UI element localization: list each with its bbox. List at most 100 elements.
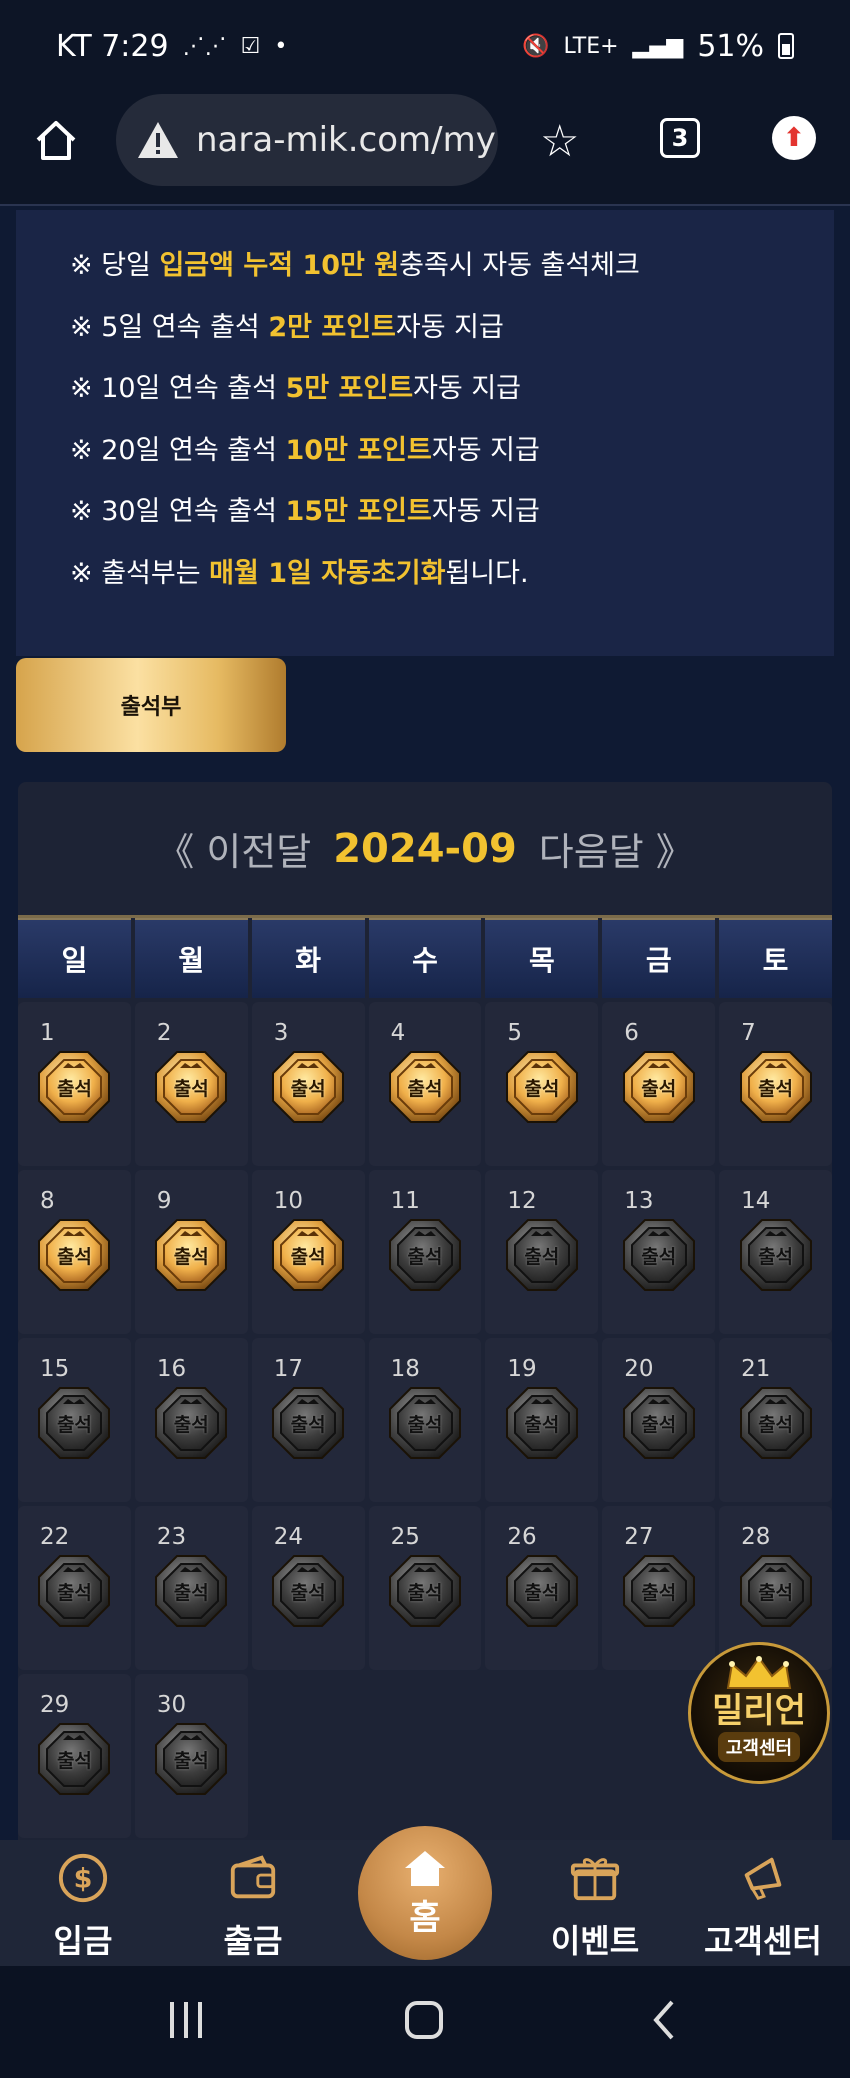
- nav-home-label: 홈: [409, 1897, 441, 1938]
- calendar-day-cell[interactable]: 15 출석: [18, 1338, 131, 1502]
- calendar-day-cell[interactable]: 18 출석: [368, 1338, 482, 1502]
- calendar-day-cell[interactable]: 24 출석: [251, 1506, 365, 1670]
- calendar-day-cell[interactable]: 14 출석: [719, 1170, 832, 1334]
- update-icon[interactable]: ⬆: [772, 116, 816, 160]
- recent-apps-icon[interactable]: [168, 2000, 204, 2040]
- stamp-label: 출석: [173, 1750, 209, 1772]
- stamp-label: 출석: [173, 1414, 209, 1436]
- calendar-day-cell[interactable]: 19 출석: [485, 1338, 599, 1502]
- calendar-day-cell[interactable]: 7 출석: [719, 1002, 832, 1166]
- attendance-stamp-checked: 출석: [622, 1050, 696, 1124]
- nav-deposit[interactable]: $ 입금: [18, 1852, 148, 1962]
- address-bar[interactable]: nara-mik.com/my: [116, 94, 498, 186]
- attendance-stamp-unchecked: 출석: [37, 1554, 111, 1628]
- notice-panel: ※ 당일 입금액 누적 10만 원충족시 자동 출석체크 ※ 5일 연속 출석 …: [16, 210, 834, 656]
- stamp-label: 출석: [524, 1246, 560, 1268]
- notice-line: ※ 5일 연속 출석 2만 포인트자동 지급: [70, 311, 504, 343]
- weekday-row: 일 월 화 수 목 금 토: [18, 918, 832, 998]
- calendar-day-cell[interactable]: 2 출석: [134, 1002, 248, 1166]
- calendar-day-cell[interactable]: 5 출석: [485, 1002, 599, 1166]
- calendar-day-cell[interactable]: 30 출석: [134, 1674, 248, 1838]
- calendar-day-cell[interactable]: 1 출석: [18, 1002, 131, 1166]
- calendar-day-cell[interactable]: 17 출석: [251, 1338, 365, 1502]
- day-number: 15: [40, 1356, 70, 1382]
- system-navigation-bar: [0, 1966, 850, 2078]
- calendar-day-cell[interactable]: 20 출석: [602, 1338, 716, 1502]
- home-icon[interactable]: [34, 118, 78, 162]
- attendance-stamp-unchecked: 출석: [154, 1554, 228, 1628]
- day-number: 6: [624, 1020, 639, 1046]
- day-number: 28: [741, 1524, 771, 1550]
- wifi-call-icon: ⋰⋰: [182, 33, 227, 59]
- weekday-sun: 일: [18, 918, 131, 998]
- day-number: 1: [40, 1020, 55, 1046]
- stamp-label: 출석: [173, 1246, 209, 1268]
- svg-text:$: $: [74, 1864, 93, 1895]
- day-number: 14: [741, 1188, 771, 1214]
- vip-title: 밀리언: [712, 1691, 806, 1731]
- nav-event[interactable]: 이벤트: [530, 1852, 660, 1962]
- calendar-day-cell[interactable]: 11 출석: [368, 1170, 482, 1334]
- mute-icon: 🔇: [522, 33, 550, 59]
- tab-switcher-button[interactable]: 3: [660, 118, 700, 158]
- attendance-stamp-unchecked: 출석: [739, 1218, 813, 1292]
- calendar-day-cell[interactable]: 29 출석: [18, 1674, 131, 1838]
- attendance-book-button[interactable]: 출석부: [16, 658, 286, 752]
- weekday-thu: 목: [485, 918, 599, 998]
- stamp-label: 출석: [173, 1078, 209, 1100]
- customer-center-floating-button[interactable]: 밀리언 고객센터: [688, 1642, 830, 1784]
- calendar-day-cell[interactable]: 16 출석: [134, 1338, 248, 1502]
- nav-support[interactable]: 고객센터: [698, 1852, 828, 1962]
- stamp-label: 출석: [407, 1078, 443, 1100]
- day-number: 9: [156, 1188, 172, 1214]
- calendar-day-cell[interactable]: 12 출석: [485, 1170, 599, 1334]
- calendar-day-cell[interactable]: 6 출석: [602, 1002, 716, 1166]
- calendar-day-cell[interactable]: 25 출석: [368, 1506, 482, 1670]
- calendar-day-cell[interactable]: 10 출석: [251, 1170, 365, 1334]
- stamp-label: 출석: [641, 1582, 677, 1604]
- stamp-label: 출석: [173, 1582, 209, 1604]
- calendar-day-cell[interactable]: 4 출석: [368, 1002, 482, 1166]
- calendar-day-cell[interactable]: 27 출석: [602, 1506, 716, 1670]
- android-home-icon[interactable]: [404, 2000, 444, 2040]
- attendance-stamp-checked: 출석: [154, 1218, 228, 1292]
- attendance-stamp-unchecked: 출석: [505, 1218, 579, 1292]
- stamp-label: 출석: [524, 1414, 560, 1436]
- attendance-stamp-checked: 출석: [271, 1050, 345, 1124]
- day-number: 29: [40, 1692, 70, 1718]
- stamp-label: 출석: [290, 1246, 326, 1268]
- back-icon[interactable]: [650, 2000, 678, 2040]
- weekday-tue: 화: [251, 918, 365, 998]
- day-number: 8: [40, 1188, 55, 1214]
- day-number: 4: [390, 1020, 406, 1046]
- bookmark-star-icon[interactable]: ☆: [540, 116, 579, 167]
- prev-month-button[interactable]: 《 이전달: [156, 821, 311, 876]
- day-number: 26: [507, 1524, 537, 1550]
- calendar-day-cell[interactable]: 8 출석: [18, 1170, 131, 1334]
- weekday-sat: 토: [719, 918, 832, 998]
- attendance-stamp-unchecked: 출석: [154, 1722, 228, 1796]
- attendance-stamp-unchecked: 출석: [739, 1386, 813, 1460]
- url-text: nara-mik.com/my: [196, 120, 496, 160]
- nav-home-button[interactable]: 홈: [358, 1826, 492, 1960]
- calendar-day-cell[interactable]: 21 출석: [719, 1338, 832, 1502]
- nav-support-label: 고객센터: [704, 1922, 822, 1960]
- day-number: 17: [273, 1356, 303, 1382]
- attendance-stamp-unchecked: 출석: [622, 1218, 696, 1292]
- calendar-day-cell[interactable]: 26 출석: [485, 1506, 599, 1670]
- day-number: 3: [273, 1020, 289, 1046]
- coin-icon: $: [58, 1853, 108, 1903]
- check-icon: ☑: [240, 33, 261, 59]
- attendance-stamp-checked: 출석: [37, 1218, 111, 1292]
- attendance-stamp-unchecked: 출석: [37, 1386, 111, 1460]
- day-number: 21: [741, 1356, 771, 1382]
- calendar-day-cell[interactable]: 9 출석: [134, 1170, 248, 1334]
- next-month-button[interactable]: 다음달 》: [539, 821, 694, 876]
- stamp-label: 출석: [641, 1078, 677, 1100]
- calendar-day-cell[interactable]: 13 출석: [602, 1170, 716, 1334]
- calendar-day-cell[interactable]: 23 출석: [134, 1506, 248, 1670]
- stamp-label: 출석: [641, 1246, 677, 1268]
- calendar-day-cell[interactable]: 3 출석: [251, 1002, 365, 1166]
- nav-withdraw[interactable]: 출금: [188, 1852, 318, 1962]
- calendar-day-cell[interactable]: 22 출석: [18, 1506, 131, 1670]
